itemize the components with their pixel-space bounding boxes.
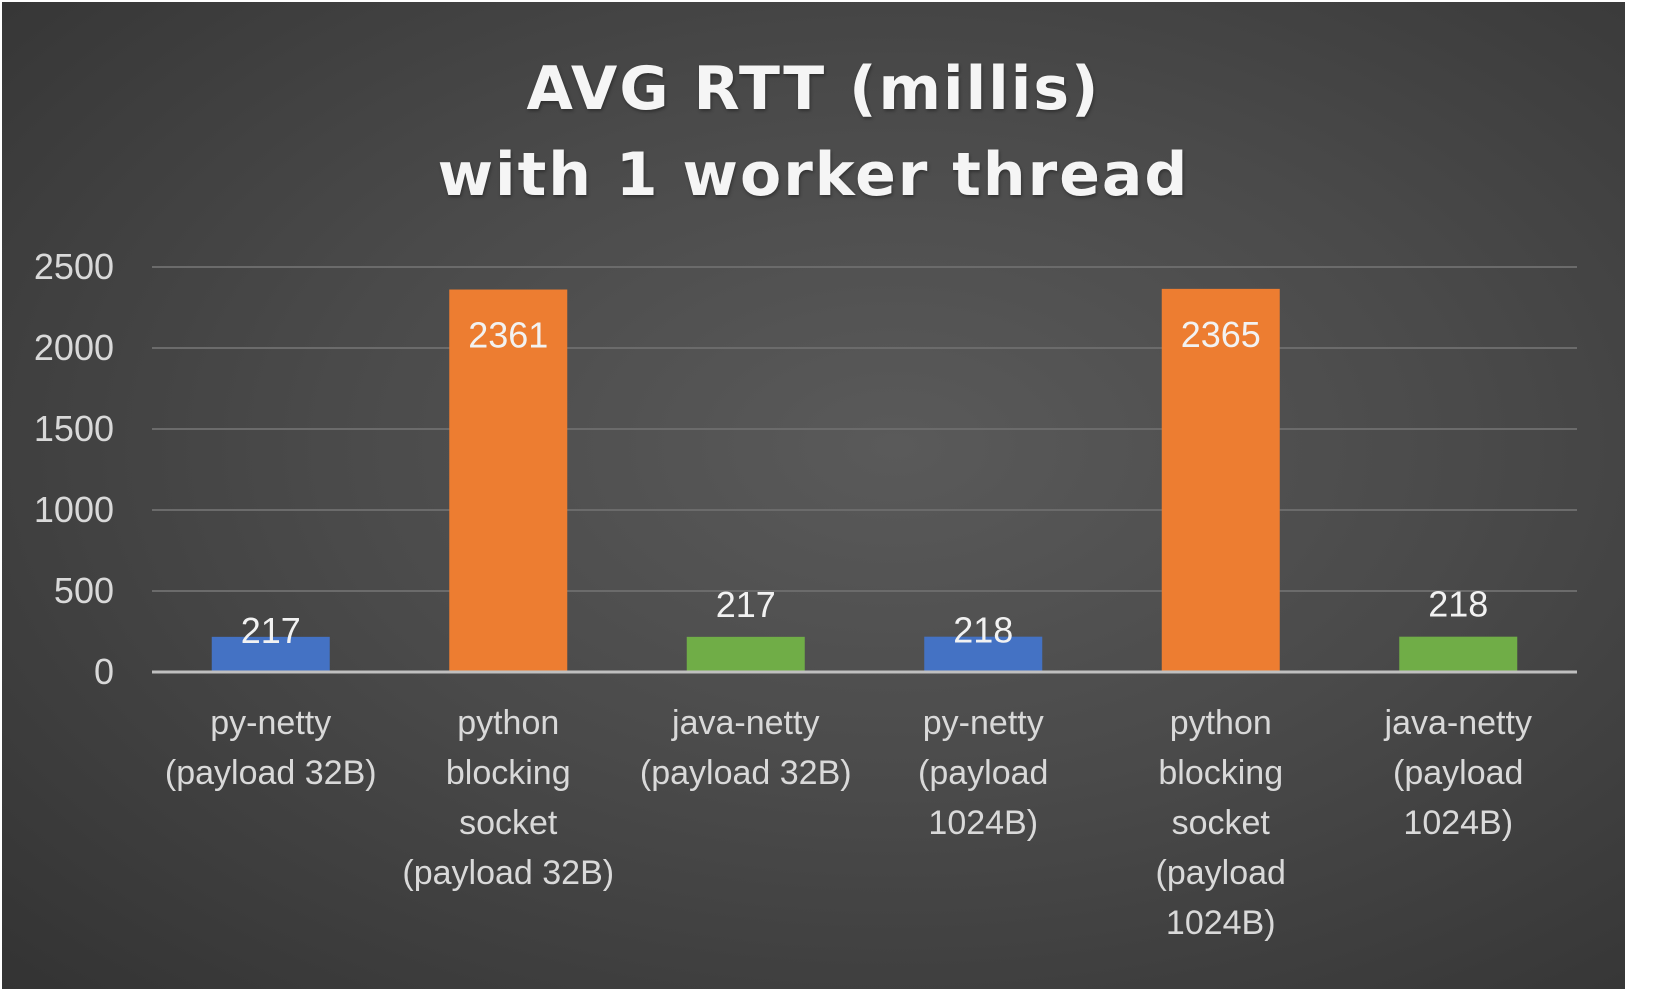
x-category-label-line: (payload 32B) (402, 854, 614, 892)
x-category-label-line: 1024B) (928, 804, 1038, 842)
y-tick-label: 1000 (34, 489, 114, 530)
x-category-label-line: (payload (1156, 854, 1286, 892)
x-category-label: java-netty (payload 32B) (640, 704, 852, 792)
x-category-label: python blocking socket (payload 1024B) (1156, 704, 1286, 942)
x-category-label-line: java-netty (1384, 704, 1532, 742)
y-tick-label: 2000 (34, 327, 114, 368)
plot-area: 0 500 1000 1500 2000 2500 217 2361 217 218 2365 218… (34, 246, 1577, 942)
y-tick-label: 2500 (34, 246, 114, 287)
x-category-label-line: blocking (446, 754, 571, 792)
x-category-label-line: py-netty (210, 704, 331, 742)
data-label: 2361 (468, 315, 548, 356)
x-category-label: java-netty (payload 1024B) (1384, 704, 1532, 842)
x-category-label-line: java-netty (671, 704, 819, 742)
x-category-label: python blocking socket (payload 32B) (402, 704, 614, 892)
x-category-label-line: (payload 32B) (165, 754, 377, 792)
y-tick-label: 1500 (34, 408, 114, 449)
x-category-label-line: blocking (1158, 754, 1283, 792)
bar (1399, 636, 1518, 672)
data-label: 2365 (1181, 314, 1261, 355)
x-category-label-line: (payload (1393, 754, 1523, 792)
x-category-label: py-netty (payload 1024B) (918, 704, 1048, 842)
y-tick-label: 0 (94, 651, 114, 692)
data-label: 217 (241, 610, 301, 651)
x-category-label-line: socket (459, 804, 558, 842)
x-category-label-line: 1024B) (1166, 904, 1276, 942)
x-category-label-line: 1024B) (1403, 804, 1513, 842)
data-label: 217 (716, 584, 776, 625)
chart-frame: AVG RTT (millis) with 1 worker thread 05… (2, 2, 1625, 989)
x-category-label-line: (payload 32B) (640, 754, 852, 792)
x-category-label-line: python (1170, 704, 1272, 742)
bar (686, 636, 805, 672)
x-category-label-line: py-netty (923, 704, 1044, 742)
x-category-label-line: socket (1172, 804, 1271, 842)
y-tick-label: 500 (54, 570, 114, 611)
x-category-label: py-netty (payload 32B) (165, 704, 377, 792)
data-label: 218 (1428, 584, 1488, 625)
x-category-label-line: (payload (918, 754, 1048, 792)
data-label: 218 (953, 610, 1013, 651)
x-category-label-line: python (457, 704, 559, 742)
